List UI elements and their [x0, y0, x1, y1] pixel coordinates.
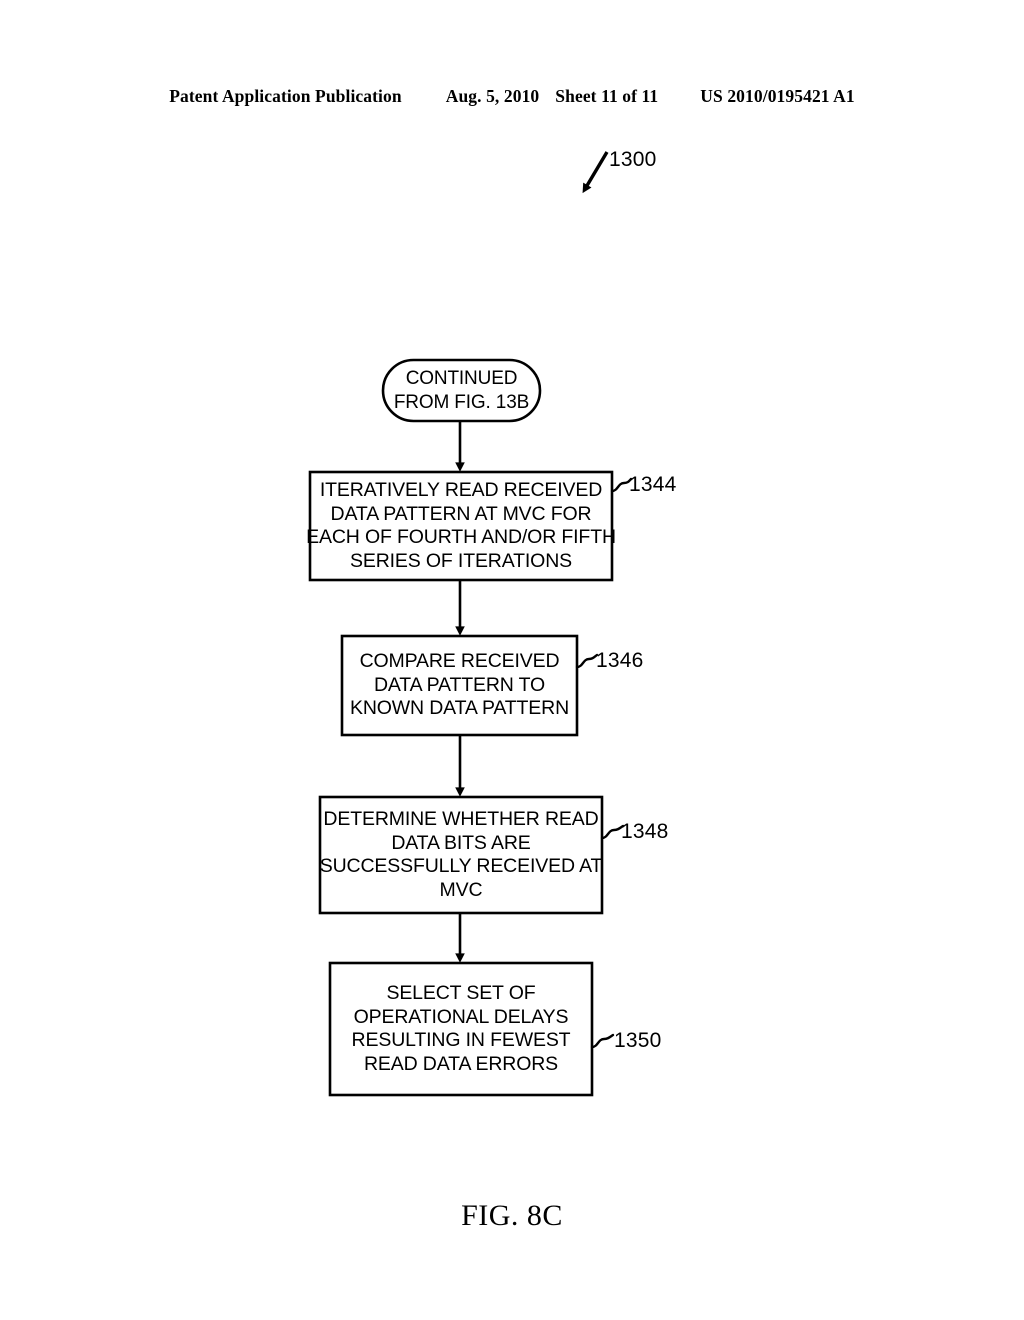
reference-numeral-1350: 1350 [614, 1029, 662, 1052]
leader-line-1348 [600, 824, 625, 840]
figure-caption: FIG. 8C [461, 1199, 563, 1232]
flow-box-1350 [328, 961, 594, 1097]
flowchart-vector-layer [308, 151, 633, 1097]
reference-numeral-1300: 1300 [609, 148, 657, 171]
flow-terminator-shape [381, 358, 542, 423]
reference-numeral-1344: 1344 [629, 473, 677, 496]
leader-line-1350 [590, 1033, 615, 1049]
reference-numeral-1346: 1346 [596, 649, 644, 672]
flowchart-diagram: CONTINUED FROM FIG. 13B ITERATIVELY READ… [0, 0, 1024, 1320]
flow-box-1346 [340, 634, 579, 737]
reference-numeral-1348: 1348 [621, 820, 669, 843]
flow-box-1344 [308, 470, 614, 582]
diagram-ref-arrow [582, 151, 609, 194]
leader-line-1346 [575, 653, 599, 669]
flow-box-1348 [318, 795, 604, 915]
